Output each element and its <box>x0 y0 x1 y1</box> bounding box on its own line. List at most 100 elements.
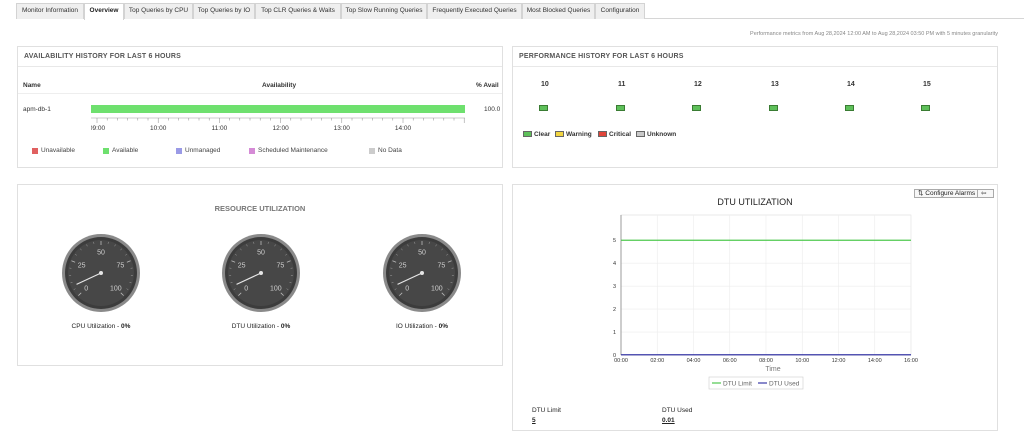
dtu-x-tick-label: 14:00 <box>868 358 882 364</box>
perf-hour-10: 10 <box>541 81 549 88</box>
perf-status-12[interactable] <box>692 105 701 111</box>
gauge-tick-label: 0 <box>405 285 409 292</box>
dtu-legend-label: DTU Used <box>769 381 800 388</box>
availability-col-availability: Availability <box>262 82 297 89</box>
dtu-y-tick-label: 1 <box>613 330 616 336</box>
performance-title: PERFORMANCE HISTORY FOR LAST 6 HOURS <box>513 47 997 67</box>
gauge-tick-label: 100 <box>431 285 443 292</box>
swatch-unavailable <box>32 148 38 154</box>
availability-time-label: 10:00 <box>150 125 167 132</box>
tab-top-queries-cpu[interactable]: Top Queries by CPU <box>124 3 193 19</box>
swatch-no-data <box>369 148 375 154</box>
dtu-x-tick-label: 00:00 <box>614 358 628 364</box>
perf-hour-12: 12 <box>694 81 702 88</box>
availability-time-label: 12:00 <box>272 125 289 132</box>
dtu-chart: 00:00 02:00 04:00 06:00 08:00 10:00 12:00 14:00… <box>613 214 918 390</box>
dtu-y-tick-label: 3 <box>613 284 616 290</box>
availability-col-name: Name <box>23 82 41 89</box>
dtu-x-tick-label: 08:00 <box>759 358 773 364</box>
dtu-used-label: DTU Used <box>662 407 693 414</box>
swatch-unknown <box>636 131 645 137</box>
gauge-tick-label: 0 <box>244 285 248 292</box>
gauge-tick-label: 100 <box>270 285 282 292</box>
perf-hour-15: 15 <box>923 81 931 88</box>
io-utilization-label: IO Utilization - 0% <box>395 323 449 330</box>
gauge-tick-label: 25 <box>399 262 407 269</box>
availability-title: AVAILABILITY HISTORY FOR LAST 6 HOURS <box>18 47 502 67</box>
resource-utilization-panel: RESOURCE UTILIZATION 0 25 50 75 100 0 25 50 75 1… <box>17 184 503 366</box>
gauge-tick-label: 0 <box>84 285 88 292</box>
availability-time-label: 13:00 <box>334 125 351 132</box>
availability-bar[interactable] <box>91 105 465 113</box>
perf-status-13[interactable] <box>769 105 778 111</box>
perf-hour-14: 14 <box>847 81 855 88</box>
tab-frequently-executed[interactable]: Frequently Executed Queries <box>427 3 522 19</box>
dtu-y-tick-label: 4 <box>613 261 616 267</box>
resource-title: RESOURCE UTILIZATION <box>214 204 306 213</box>
tab-top-queries-io[interactable]: Top Queries by IO <box>193 3 255 19</box>
perf-legend-critical: Critical <box>598 131 631 138</box>
dtu-x-tick-label: 16:00 <box>904 358 918 364</box>
perf-status-11[interactable] <box>616 105 625 111</box>
swatch-scheduled-maintenance <box>249 148 255 154</box>
availability-bar-fill <box>91 105 465 113</box>
legend-unmanaged: Unmanaged <box>176 147 220 154</box>
dtu-limit-value[interactable]: 5 <box>532 417 536 424</box>
perf-legend-unknown: Unknown <box>636 131 676 138</box>
legend-unavailable: Unavailable <box>32 147 75 154</box>
availability-time-label: 14:00 <box>395 125 412 132</box>
gauge-tick-label: 50 <box>97 250 105 257</box>
tab-most-blocked[interactable]: Most Blocked Queries <box>522 3 595 19</box>
perf-legend-clear: Clear <box>523 131 550 138</box>
availability-row-name: apm-db-1 <box>23 106 51 113</box>
tab-top-clr-queries[interactable]: Top CLR Queries & Waits <box>255 3 341 19</box>
cpu-utilization-label: CPU Utilization - 0% <box>71 323 131 330</box>
tab-overview[interactable]: Overview <box>84 3 124 20</box>
cpu-gauge: 0 25 50 75 100 <box>62 234 140 312</box>
dtu-utilization-label: DTU Utilization - 0% <box>231 323 291 330</box>
dtu-gauge: 0 25 50 75 100 <box>222 234 300 312</box>
dtu-x-tick-label: 04:00 <box>687 358 701 364</box>
swatch-available <box>103 148 109 154</box>
legend-scheduled-maintenance: Scheduled Maintenance <box>249 147 328 154</box>
tab-top-slow-queries[interactable]: Top Slow Running Queries <box>341 3 427 19</box>
tab-configuration[interactable]: Configuration <box>595 3 645 19</box>
availability-panel: AVAILABILITY HISTORY FOR LAST 6 HOURS Na… <box>17 46 503 168</box>
perf-status-15[interactable] <box>921 105 930 111</box>
availability-time-axis: 09:00 10:00 11:00 12:00 13:00 14:00 <box>91 117 465 132</box>
availability-col-pct: % Avail <box>476 82 499 89</box>
availability-row-pct: 100.0 <box>484 106 501 113</box>
swatch-clear <box>523 131 532 137</box>
dtu-x-axis-title: Time <box>765 366 780 373</box>
dtu-x-tick-label: 02:00 <box>650 358 664 364</box>
gauge-tick-label: 25 <box>238 262 246 269</box>
perf-status-14[interactable] <box>845 105 854 111</box>
gauge-tick-label: 50 <box>257 250 265 257</box>
legend-no-data: No Data <box>369 147 402 154</box>
performance-panel: PERFORMANCE HISTORY FOR LAST 6 HOURS 10 … <box>512 46 998 168</box>
tab-bar: Monitor Information Overview Top Queries… <box>16 3 1024 20</box>
gauge-tick-label: 75 <box>277 262 285 269</box>
dtu-x-tick-label: 10:00 <box>795 358 809 364</box>
dtu-legend-label: DTU Limit <box>723 381 752 388</box>
perf-legend-warning: Warning <box>555 131 592 138</box>
gauge-tick-label: 100 <box>110 285 122 292</box>
metrics-range-note: Performance metrics from Aug 28,2024 12:… <box>750 31 998 37</box>
tab-monitor-information[interactable]: Monitor Information <box>16 3 84 19</box>
dtu-used-value[interactable]: 0.01 <box>662 417 675 424</box>
dtu-legend: DTU Limit DTU Used <box>708 376 804 390</box>
gauge-tick-label: 75 <box>117 262 125 269</box>
gauge-hub <box>420 271 424 275</box>
perf-status-10[interactable] <box>539 105 548 111</box>
io-gauge: 0 25 50 75 100 <box>383 234 461 312</box>
gauge-tick-label: 50 <box>418 250 426 257</box>
dtu-y-tick-label: 5 <box>613 238 616 244</box>
availability-time-label: 09:00 <box>91 125 106 132</box>
perf-hour-13: 13 <box>771 81 779 88</box>
dtu-y-tick-label: 2 <box>613 307 616 313</box>
legend-available: Available <box>103 147 138 154</box>
dtu-utilization-panel: ⇅ Configure Alarms ⇦ DTU UTILIZATION 00:… <box>512 184 998 431</box>
gauge-tick-label: 75 <box>438 262 446 269</box>
dtu-y-tick-label: 0 <box>613 353 616 359</box>
swatch-unmanaged <box>176 148 182 154</box>
